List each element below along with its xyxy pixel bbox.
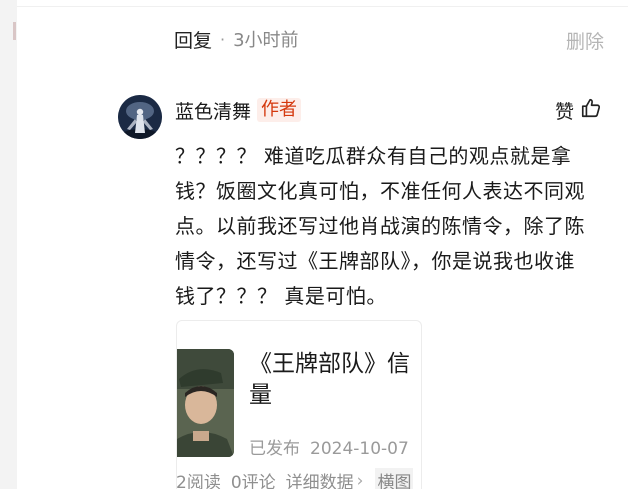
- reply-timestamp: 3小时前: [233, 30, 299, 51]
- comment-body: ？？？？ 难道吃瓜群众有自己的观点就是拿钱？饭圈文化真可怕，不准任何人表达不同观…: [175, 144, 585, 308]
- article-thumbnail: [177, 349, 234, 457]
- read-count: 2阅读: [176, 473, 221, 489]
- author-badge: 作者: [257, 98, 302, 122]
- top-divider: [17, 6, 628, 7]
- reply-button[interactable]: 回复: [174, 26, 212, 53]
- avatar-image: [118, 95, 162, 139]
- previous-comment-actions: 回复 · 3小时前: [174, 26, 299, 53]
- comment-page: 回复 · 3小时前 删除 蓝色清舞 作者 赞 ？？？？ 难道吃瓜群众有自己的观点…: [0, 0, 628, 489]
- detail-data-link[interactable]: 详细数据: [286, 468, 354, 489]
- publish-status: 已发布: [249, 439, 300, 459]
- left-gutter: [0, 0, 17, 489]
- thumbs-up-icon: [580, 97, 602, 123]
- delete-button[interactable]: 删除: [566, 27, 604, 54]
- avatar[interactable]: [118, 95, 162, 139]
- publish-date: 2024-10-07: [310, 439, 409, 459]
- article-card[interactable]: 《王牌部队》信量 已发布 2024-10-07: [176, 320, 422, 489]
- article-stats: 2阅读 0评论 详细数据 › 横图: [176, 468, 414, 489]
- comment-author-row: 蓝色清舞 作者: [175, 97, 302, 124]
- landscape-button[interactable]: 横图: [375, 468, 414, 489]
- chevron-right-icon: ›: [356, 470, 364, 489]
- like-label: 赞: [554, 100, 574, 123]
- author-name[interactable]: 蓝色清舞: [175, 97, 251, 124]
- article-publish-info: 已发布 2024-10-07: [249, 434, 409, 459]
- like-button[interactable]: 赞: [555, 97, 602, 123]
- separator-dot: ·: [220, 29, 226, 49]
- article-title: 《王牌部队》信量: [249, 351, 410, 408]
- left-edge-mark: [13, 22, 16, 40]
- comment-count: 0评论: [230, 473, 276, 489]
